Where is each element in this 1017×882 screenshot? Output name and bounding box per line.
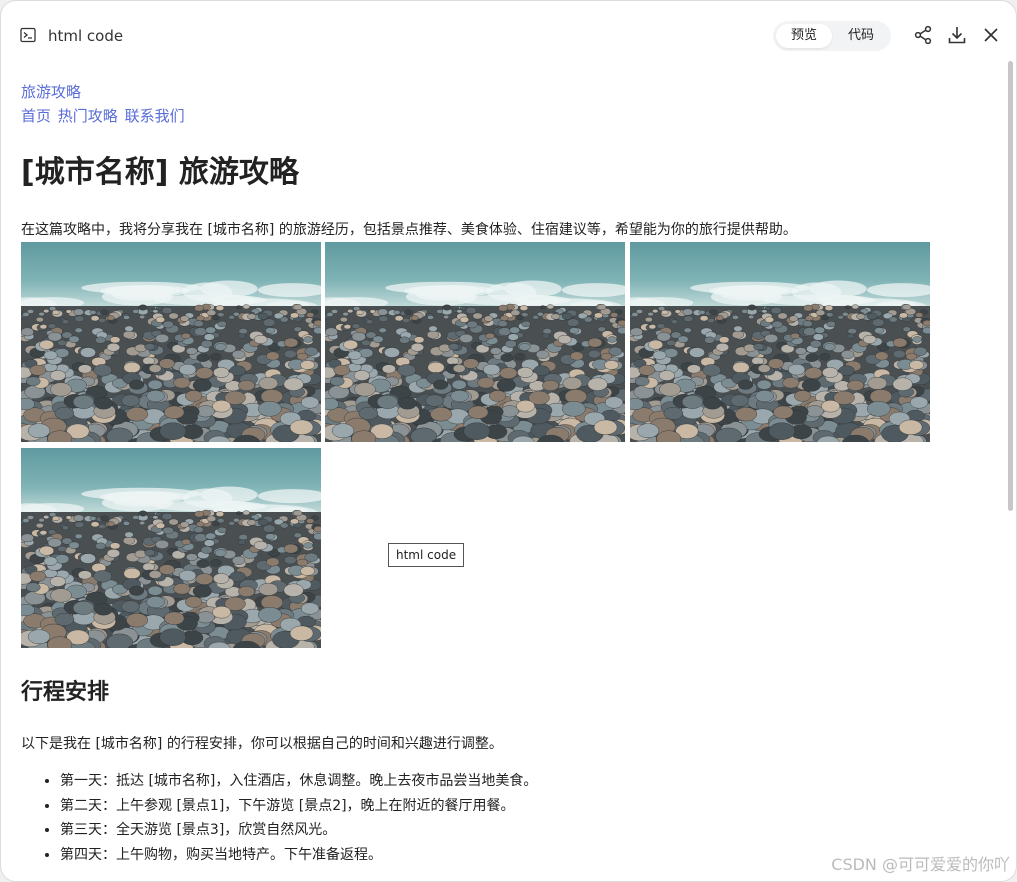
- page-title: [城市名称] 旅游攻略: [21, 155, 299, 190]
- intro-paragraph: 在这篇攻略中，我将分享我在 [城市名称] 的旅游经历，包括景点推荐、美食体验、住…: [21, 222, 797, 238]
- watermark: CSDN @可可爱爱的你吖: [831, 855, 1010, 874]
- itinerary-heading: 行程安排: [21, 680, 110, 705]
- gallery-photo: [21, 242, 321, 442]
- terminal-icon: [20, 27, 36, 43]
- preview-window: html code 预览 代码 旅游攻略 首页 热门攻略 联系我们 [城市名称]…: [0, 0, 1017, 882]
- share-icon[interactable]: [913, 25, 933, 45]
- tooltip: html code: [388, 543, 465, 567]
- nav-link-hot-guides[interactable]: 热门攻略: [58, 107, 118, 125]
- list-item: 第二天：上午参观 [景点1]，下午游览 [景点2]，晚上在附近的餐厅用餐。: [60, 794, 537, 819]
- nav-link-home[interactable]: 首页: [21, 107, 51, 125]
- list-item: 第四天：上午购物，购买当地特产。下午准备返程。: [60, 843, 537, 868]
- window-title: html code: [48, 27, 124, 45]
- gallery-photo: [21, 448, 321, 648]
- gallery-photo: [630, 242, 930, 442]
- site-title[interactable]: 旅游攻略: [21, 81, 81, 102]
- window-toolbar: html code 预览 代码: [1, 1, 1016, 71]
- close-icon[interactable]: [981, 25, 1001, 45]
- view-toggle: 预览 代码: [773, 21, 891, 51]
- preview-tab[interactable]: 预览: [776, 24, 832, 48]
- code-tab[interactable]: 代码: [834, 24, 888, 48]
- page-content: 旅游攻略 首页 热门攻略 联系我们 [城市名称] 旅游攻略 在这篇攻略中，我将分…: [1, 71, 1009, 881]
- itinerary-intro: 以下是我在 [城市名称] 的行程安排，你可以根据自己的时间和兴趣进行调整。: [21, 736, 503, 752]
- nav-bar: 首页 热门攻略 联系我们: [21, 105, 187, 126]
- itinerary-list: 第一天：抵达 [城市名称]，入住酒店，休息调整。晚上去夜市品尝当地美食。 第二天…: [21, 769, 537, 867]
- nav-link-contact[interactable]: 联系我们: [125, 107, 185, 125]
- download-icon[interactable]: [947, 25, 967, 45]
- gallery-photo: [325, 242, 625, 442]
- list-item: 第三天：全天游览 [景点3]，欣赏自然风光。: [60, 818, 537, 843]
- list-item: 第一天：抵达 [城市名称]，入住酒店，休息调整。晚上去夜市品尝当地美食。: [60, 769, 537, 794]
